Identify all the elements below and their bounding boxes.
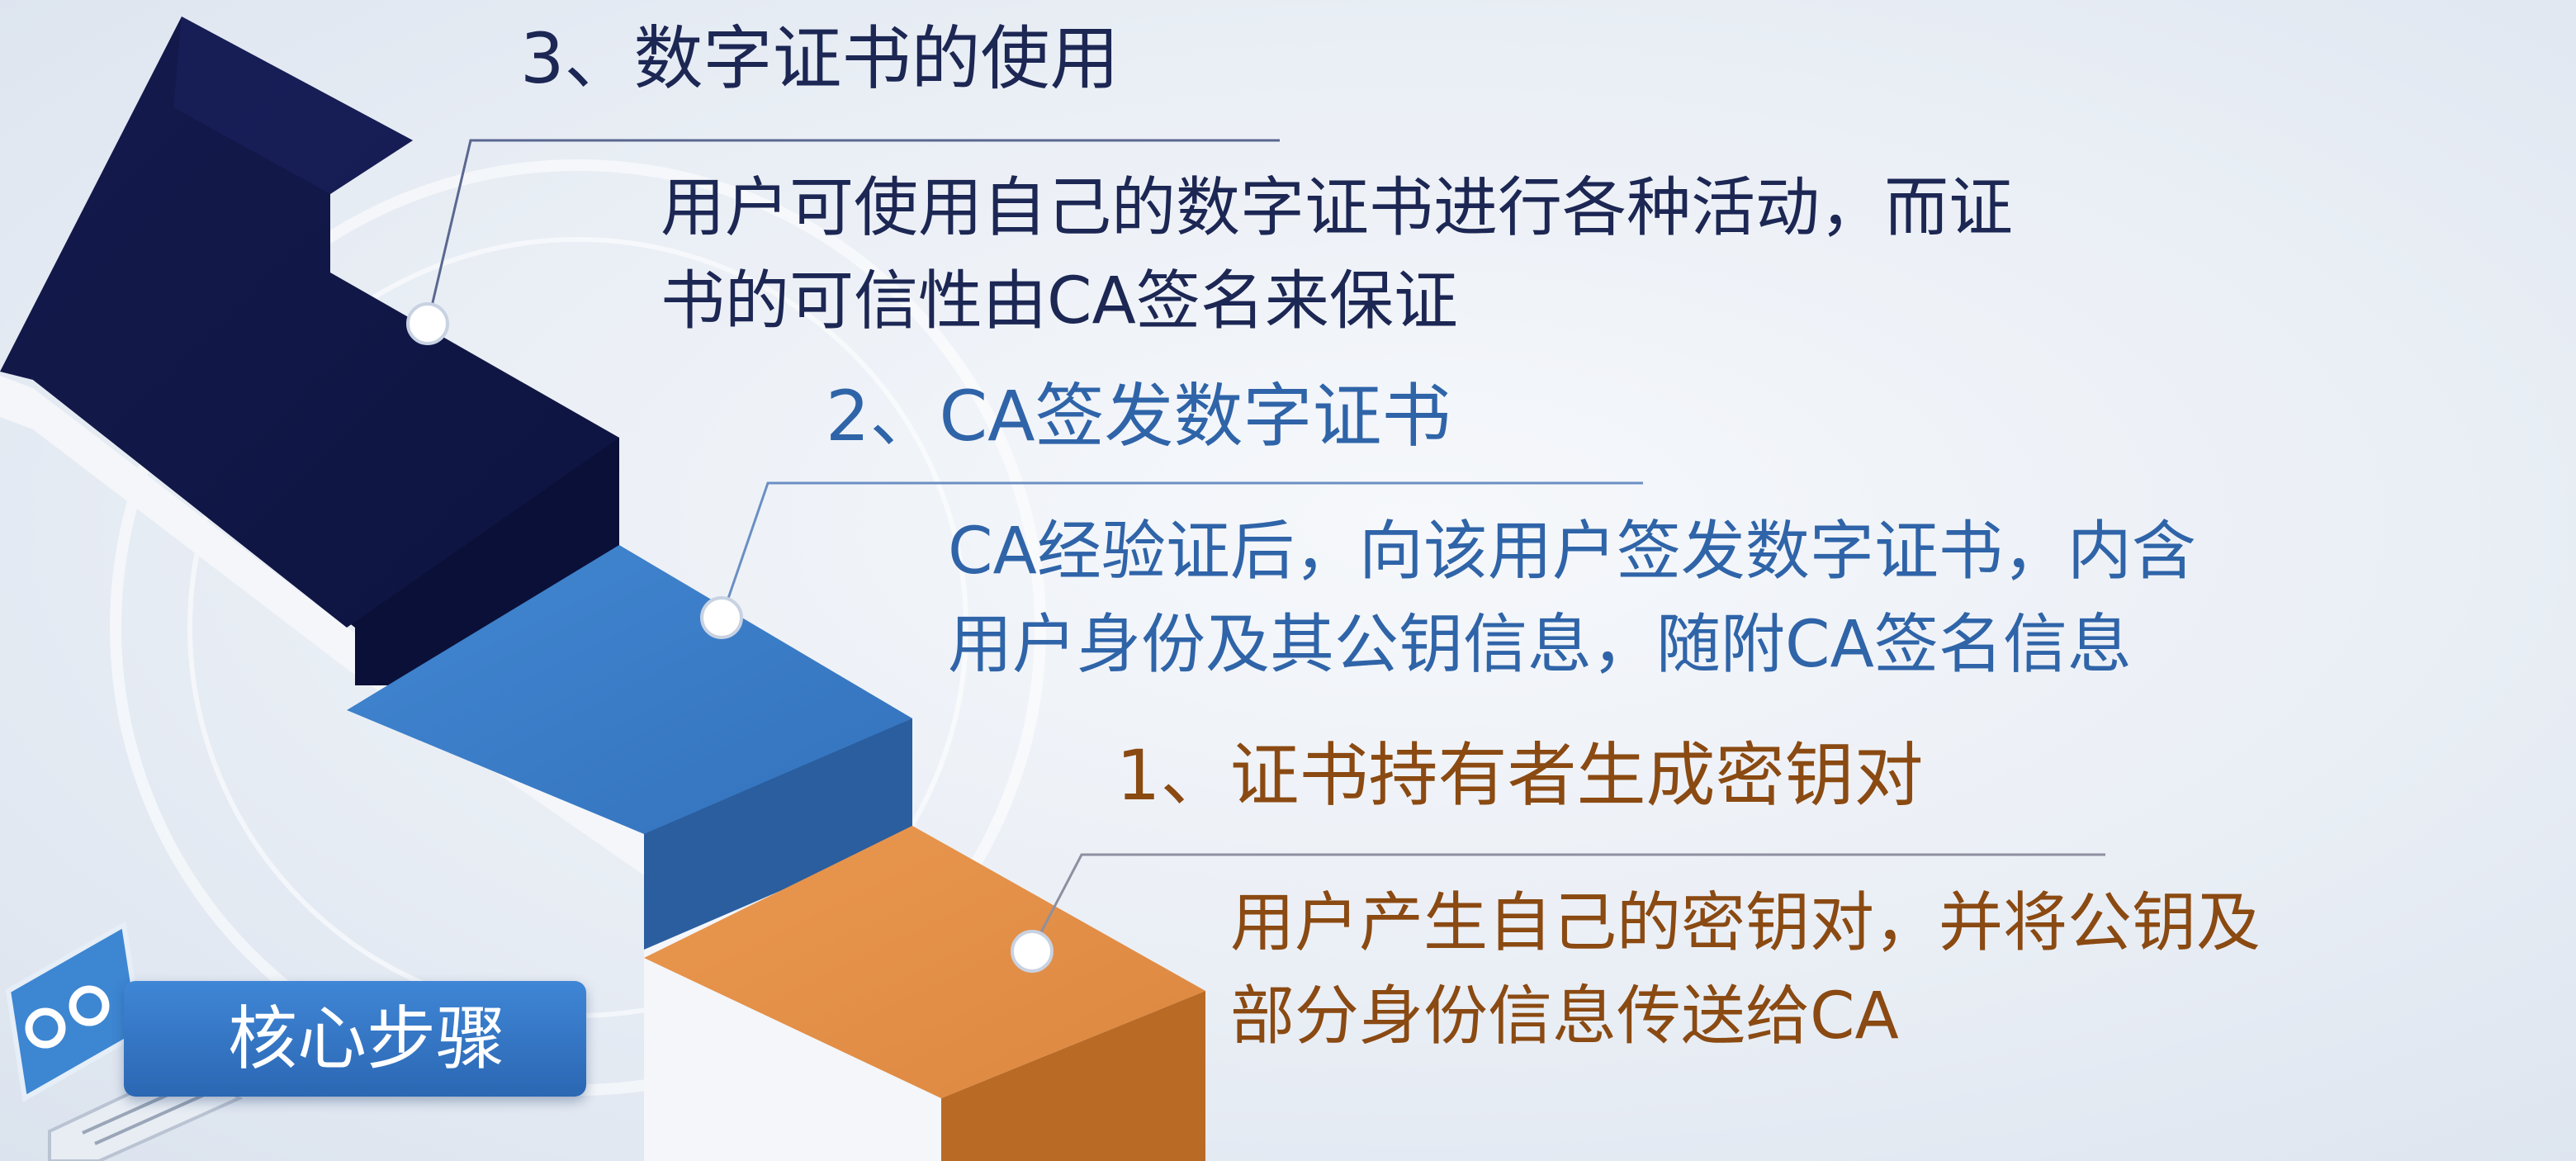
step2-description-line: CA经验证后，向该用户签发数字证书，内含 — [948, 514, 2196, 589]
step3-anchor-dot — [406, 302, 449, 345]
step2-title: 2、CA签发数字证书 — [826, 376, 1451, 457]
step3-description-line: 书的可信性由CA签名来保证 — [661, 264, 1458, 339]
diagram-stage: 3、数字证书的使用 用户可使用自己的数字证书进行各种活动，而证 书的可信性由CA… — [0, 0, 2576, 1161]
step3-description-line: 用户可使用自己的数字证书进行各种活动，而证 — [661, 171, 2014, 245]
step3-block — [0, 17, 619, 685]
core-steps-badge: 核心步骤 — [124, 981, 586, 1097]
step1-description: 用户产生自己的密钥对，并将公钥及 部分身份信息传送给CA — [1230, 877, 2261, 1064]
step2-anchor-dot — [700, 596, 743, 639]
step1-description-line: 用户产生自己的密钥对，并将公钥及 — [1230, 886, 2261, 960]
step2-description-line: 用户身份及其公钥信息，随附CA签名信息 — [948, 608, 2132, 683]
step1-anchor-dot — [1011, 930, 1054, 973]
step3-title: 3、数字证书的使用 — [520, 18, 1120, 99]
step3-description: 用户可使用自己的数字证书进行各种活动，而证 书的可信性由CA签名来保证 — [661, 162, 2013, 348]
step2-description: CA经验证后，向该用户签发数字证书，内含 用户身份及其公钥信息，随附CA签名信息 — [948, 505, 2196, 692]
core-steps-label: 核心步骤 — [228, 998, 506, 1079]
step1-description-line: 部分身份信息传送给CA — [1230, 979, 1899, 1054]
step1-title: 1、证书持有者生成密钥对 — [1116, 735, 1924, 816]
